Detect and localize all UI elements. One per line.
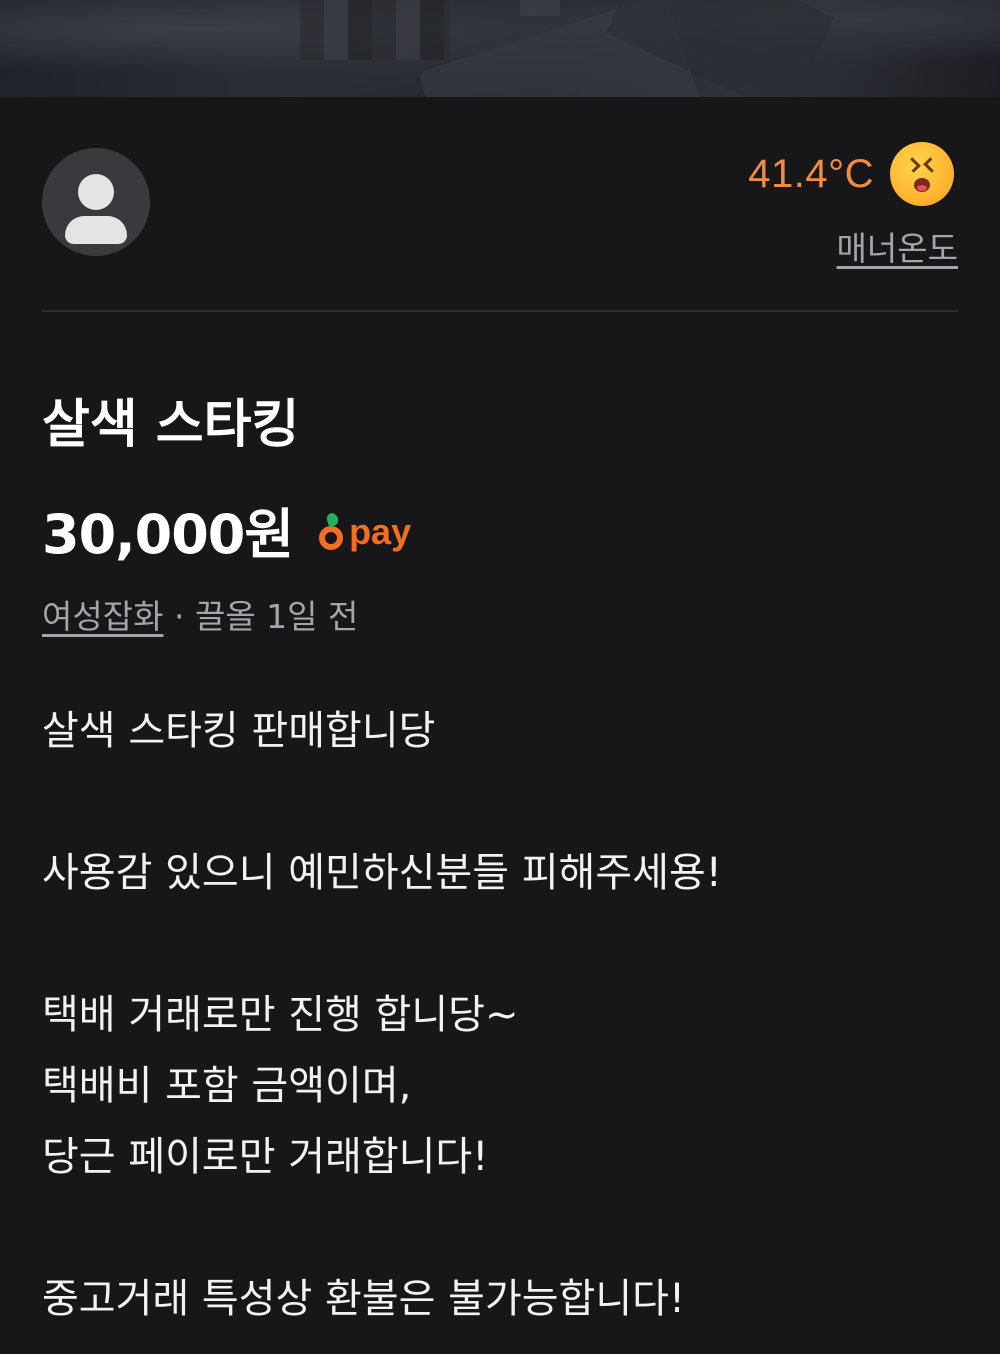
price-row: 30,000원 pay <box>42 490 411 569</box>
product-price: 30,000원 <box>42 503 294 566</box>
product-title: 살색 스타킹 <box>42 395 300 455</box>
category-link[interactable]: 여성잡화 <box>42 597 163 636</box>
description-line: 사용감 있으니 예민하신분들 피해주세용! <box>42 850 722 896</box>
meta-separator: · <box>163 597 195 636</box>
manner-temperature-value: 41.4°C <box>748 151 874 196</box>
avatar-person-icon <box>78 174 114 210</box>
seller-avatar[interactable] <box>42 148 150 256</box>
carrot-pay-icon <box>317 511 345 552</box>
product-photo[interactable] <box>0 0 1000 97</box>
carrot-pay-badge: pay <box>317 511 411 553</box>
divider <box>42 310 958 312</box>
description-line: 택배 거래로만 진행 합니당~ <box>42 992 519 1038</box>
description-line: 중고거래 특성상 환불은 불가능합니다! <box>42 1276 685 1322</box>
description-blank-line <box>42 1193 958 1264</box>
avatar-person-icon <box>65 216 127 244</box>
photo-mosaic-blur <box>300 0 450 60</box>
bumped-time: 끌올 1일 전 <box>194 597 359 636</box>
description-blank-line <box>42 767 958 838</box>
description-line: 살색 스타킹 판매합니당 <box>42 708 436 754</box>
photo-mosaic-blur <box>520 0 560 16</box>
description-line: 택배비 포함 금액이며, <box>42 1063 412 1109</box>
manner-temperature-link[interactable]: 매너온도 <box>837 222 958 270</box>
description-line: 당근 페이로만 거래합니다! <box>42 1134 489 1180</box>
description-blank-line <box>42 909 958 980</box>
product-description: 살색 스타킹 판매합니당 사용감 있으니 예민하신분들 피해주세용! 택배 거래… <box>42 696 958 1335</box>
manner-temperature[interactable]: 41.4°C <box>748 142 954 206</box>
product-meta: 여성잡화 · 끌올 1일 전 <box>42 590 358 638</box>
manner-face-icon <box>890 142 954 206</box>
product-detail-page: 41.4°C 매너온도 살색 스타킹 30,000원 pay 여성잡화 · 끌올… <box>0 0 1000 1354</box>
pay-label: pay <box>349 510 412 552</box>
